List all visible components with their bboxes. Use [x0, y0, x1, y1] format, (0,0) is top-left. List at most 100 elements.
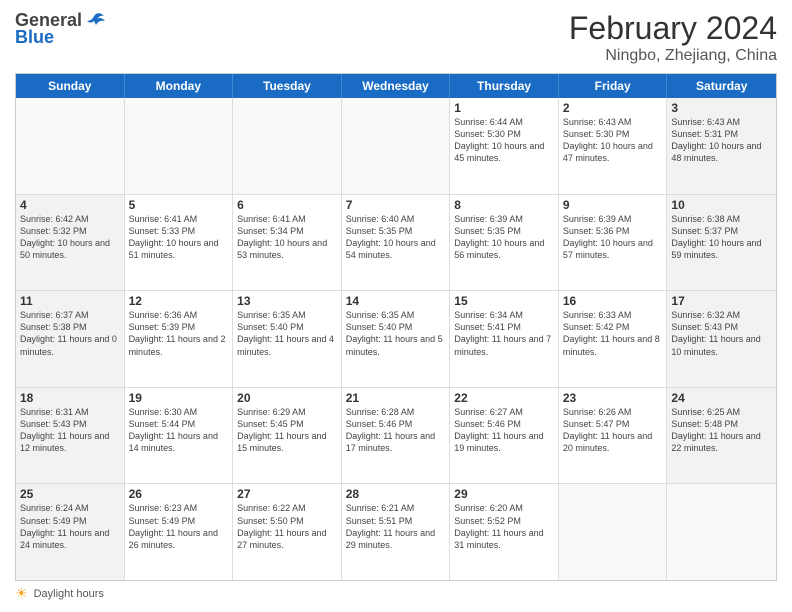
calendar-cell: 27Sunrise: 6:22 AM Sunset: 5:50 PM Dayli…	[233, 484, 342, 580]
cell-detail: Sunrise: 6:34 AM Sunset: 5:41 PM Dayligh…	[454, 309, 554, 358]
day-number: 5	[129, 198, 229, 212]
cell-detail: Sunrise: 6:43 AM Sunset: 5:30 PM Dayligh…	[563, 116, 663, 165]
day-number: 13	[237, 294, 337, 308]
day-number: 3	[671, 101, 772, 115]
day-number: 11	[20, 294, 120, 308]
calendar-cell: 16Sunrise: 6:33 AM Sunset: 5:42 PM Dayli…	[559, 291, 668, 387]
day-number: 19	[129, 391, 229, 405]
cell-detail: Sunrise: 6:21 AM Sunset: 5:51 PM Dayligh…	[346, 502, 446, 551]
day-number: 25	[20, 487, 120, 501]
day-number: 21	[346, 391, 446, 405]
calendar-cell: 10Sunrise: 6:38 AM Sunset: 5:37 PM Dayli…	[667, 195, 776, 291]
day-number: 16	[563, 294, 663, 308]
calendar-cell: 28Sunrise: 6:21 AM Sunset: 5:51 PM Dayli…	[342, 484, 451, 580]
calendar-cell: 24Sunrise: 6:25 AM Sunset: 5:48 PM Dayli…	[667, 388, 776, 484]
logo-bird-icon	[84, 11, 106, 31]
calendar-cell	[16, 98, 125, 194]
cell-detail: Sunrise: 6:35 AM Sunset: 5:40 PM Dayligh…	[237, 309, 337, 358]
calendar-cell: 15Sunrise: 6:34 AM Sunset: 5:41 PM Dayli…	[450, 291, 559, 387]
day-number: 10	[671, 198, 772, 212]
calendar-cell: 14Sunrise: 6:35 AM Sunset: 5:40 PM Dayli…	[342, 291, 451, 387]
calendar-week-2: 4Sunrise: 6:42 AM Sunset: 5:32 PM Daylig…	[16, 195, 776, 292]
day-number: 23	[563, 391, 663, 405]
day-number: 7	[346, 198, 446, 212]
cell-detail: Sunrise: 6:44 AM Sunset: 5:30 PM Dayligh…	[454, 116, 554, 165]
footer: ☀ Daylight hours	[15, 581, 777, 602]
header: General Blue February 2024 Ningbo, Zheji…	[15, 10, 777, 65]
calendar-cell: 13Sunrise: 6:35 AM Sunset: 5:40 PM Dayli…	[233, 291, 342, 387]
calendar-cell: 20Sunrise: 6:29 AM Sunset: 5:45 PM Dayli…	[233, 388, 342, 484]
calendar-cell: 21Sunrise: 6:28 AM Sunset: 5:46 PM Dayli…	[342, 388, 451, 484]
day-number: 18	[20, 391, 120, 405]
cell-detail: Sunrise: 6:30 AM Sunset: 5:44 PM Dayligh…	[129, 406, 229, 455]
cell-detail: Sunrise: 6:25 AM Sunset: 5:48 PM Dayligh…	[671, 406, 772, 455]
day-number: 2	[563, 101, 663, 115]
calendar-header-day-monday: Monday	[125, 74, 234, 98]
calendar-cell: 25Sunrise: 6:24 AM Sunset: 5:49 PM Dayli…	[16, 484, 125, 580]
calendar-cell: 29Sunrise: 6:20 AM Sunset: 5:52 PM Dayli…	[450, 484, 559, 580]
main-title: February 2024	[569, 10, 777, 47]
calendar-cell: 19Sunrise: 6:30 AM Sunset: 5:44 PM Dayli…	[125, 388, 234, 484]
day-number: 27	[237, 487, 337, 501]
logo-blue-text: Blue	[15, 27, 54, 48]
day-number: 28	[346, 487, 446, 501]
calendar-header-day-friday: Friday	[559, 74, 668, 98]
cell-detail: Sunrise: 6:38 AM Sunset: 5:37 PM Dayligh…	[671, 213, 772, 262]
cell-detail: Sunrise: 6:42 AM Sunset: 5:32 PM Dayligh…	[20, 213, 120, 262]
calendar-header-day-wednesday: Wednesday	[342, 74, 451, 98]
calendar-cell: 8Sunrise: 6:39 AM Sunset: 5:35 PM Daylig…	[450, 195, 559, 291]
calendar-cell	[667, 484, 776, 580]
day-number: 17	[671, 294, 772, 308]
calendar-week-1: 1Sunrise: 6:44 AM Sunset: 5:30 PM Daylig…	[16, 98, 776, 195]
calendar-cell: 23Sunrise: 6:26 AM Sunset: 5:47 PM Dayli…	[559, 388, 668, 484]
calendar-header: SundayMondayTuesdayWednesdayThursdayFrid…	[16, 74, 776, 98]
day-number: 29	[454, 487, 554, 501]
day-number: 6	[237, 198, 337, 212]
cell-detail: Sunrise: 6:35 AM Sunset: 5:40 PM Dayligh…	[346, 309, 446, 358]
calendar-cell	[342, 98, 451, 194]
subtitle: Ningbo, Zhejiang, China	[569, 47, 777, 65]
calendar-cell: 6Sunrise: 6:41 AM Sunset: 5:34 PM Daylig…	[233, 195, 342, 291]
calendar-cell: 12Sunrise: 6:36 AM Sunset: 5:39 PM Dayli…	[125, 291, 234, 387]
calendar-cell: 11Sunrise: 6:37 AM Sunset: 5:38 PM Dayli…	[16, 291, 125, 387]
day-number: 14	[346, 294, 446, 308]
cell-detail: Sunrise: 6:41 AM Sunset: 5:33 PM Dayligh…	[129, 213, 229, 262]
calendar-cell	[233, 98, 342, 194]
day-number: 9	[563, 198, 663, 212]
cell-detail: Sunrise: 6:40 AM Sunset: 5:35 PM Dayligh…	[346, 213, 446, 262]
calendar-cell	[559, 484, 668, 580]
calendar-header-day-saturday: Saturday	[667, 74, 776, 98]
calendar-body: 1Sunrise: 6:44 AM Sunset: 5:30 PM Daylig…	[16, 98, 776, 580]
title-area: February 2024 Ningbo, Zhejiang, China	[569, 10, 777, 65]
calendar-cell	[125, 98, 234, 194]
cell-detail: Sunrise: 6:26 AM Sunset: 5:47 PM Dayligh…	[563, 406, 663, 455]
cell-detail: Sunrise: 6:31 AM Sunset: 5:43 PM Dayligh…	[20, 406, 120, 455]
day-number: 12	[129, 294, 229, 308]
cell-detail: Sunrise: 6:23 AM Sunset: 5:49 PM Dayligh…	[129, 502, 229, 551]
calendar-cell: 9Sunrise: 6:39 AM Sunset: 5:36 PM Daylig…	[559, 195, 668, 291]
sun-icon: ☀	[15, 585, 28, 602]
calendar-week-3: 11Sunrise: 6:37 AM Sunset: 5:38 PM Dayli…	[16, 291, 776, 388]
day-number: 4	[20, 198, 120, 212]
calendar-cell: 2Sunrise: 6:43 AM Sunset: 5:30 PM Daylig…	[559, 98, 668, 194]
cell-detail: Sunrise: 6:37 AM Sunset: 5:38 PM Dayligh…	[20, 309, 120, 358]
calendar-header-day-sunday: Sunday	[16, 74, 125, 98]
calendar-cell: 5Sunrise: 6:41 AM Sunset: 5:33 PM Daylig…	[125, 195, 234, 291]
calendar-header-day-tuesday: Tuesday	[233, 74, 342, 98]
cell-detail: Sunrise: 6:22 AM Sunset: 5:50 PM Dayligh…	[237, 502, 337, 551]
calendar-cell: 18Sunrise: 6:31 AM Sunset: 5:43 PM Dayli…	[16, 388, 125, 484]
day-number: 15	[454, 294, 554, 308]
cell-detail: Sunrise: 6:29 AM Sunset: 5:45 PM Dayligh…	[237, 406, 337, 455]
cell-detail: Sunrise: 6:24 AM Sunset: 5:49 PM Dayligh…	[20, 502, 120, 551]
daylight-label: Daylight hours	[34, 588, 104, 600]
day-number: 8	[454, 198, 554, 212]
calendar-week-5: 25Sunrise: 6:24 AM Sunset: 5:49 PM Dayli…	[16, 484, 776, 580]
calendar-cell: 26Sunrise: 6:23 AM Sunset: 5:49 PM Dayli…	[125, 484, 234, 580]
logo: General Blue	[15, 10, 106, 48]
calendar-cell: 4Sunrise: 6:42 AM Sunset: 5:32 PM Daylig…	[16, 195, 125, 291]
calendar-cell: 17Sunrise: 6:32 AM Sunset: 5:43 PM Dayli…	[667, 291, 776, 387]
calendar-cell: 22Sunrise: 6:27 AM Sunset: 5:46 PM Dayli…	[450, 388, 559, 484]
day-number: 26	[129, 487, 229, 501]
calendar-header-day-thursday: Thursday	[450, 74, 559, 98]
calendar-cell: 3Sunrise: 6:43 AM Sunset: 5:31 PM Daylig…	[667, 98, 776, 194]
